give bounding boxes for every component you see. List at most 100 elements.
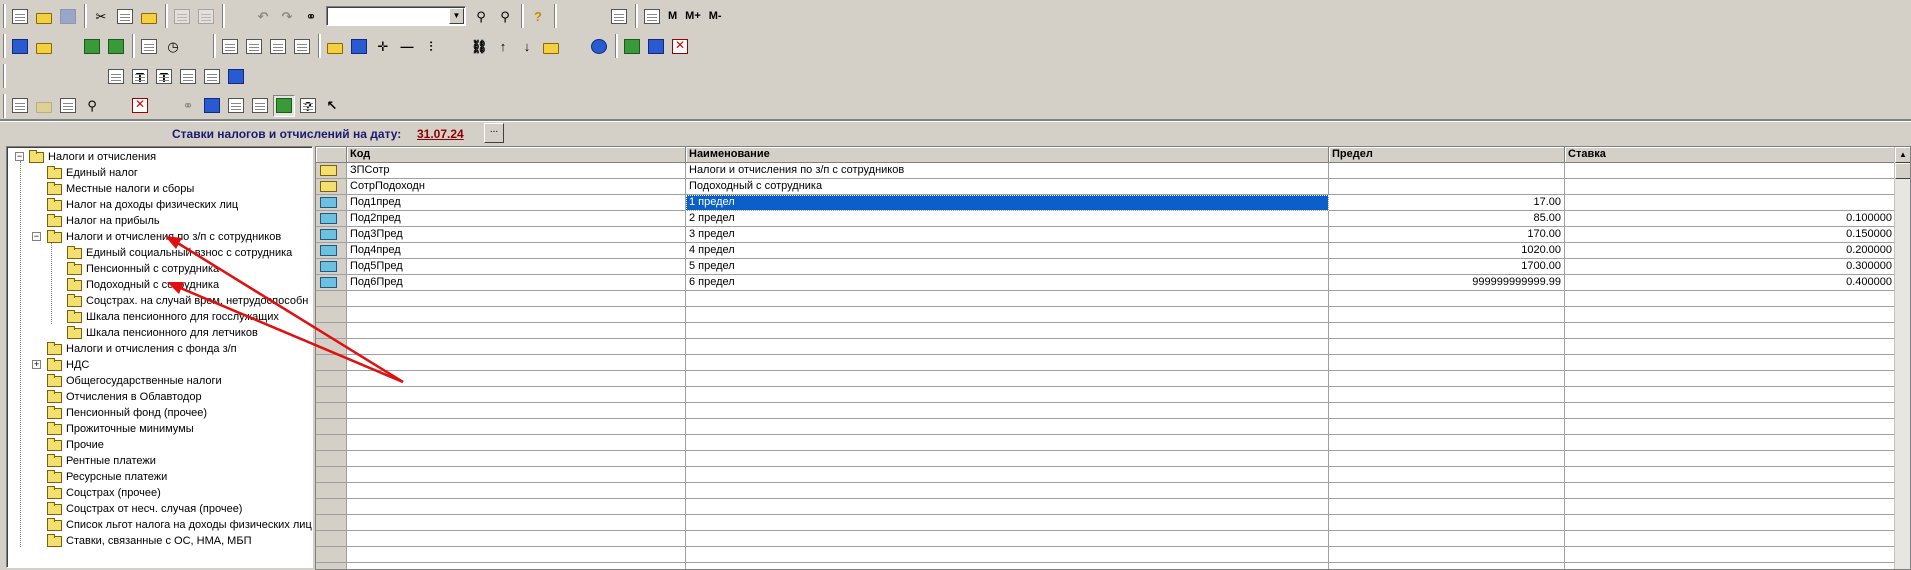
table-row[interactable]: ЗПСотр Налоги и отчисления по з/п с сотру…: [316, 163, 1910, 179]
cell-name[interactable]: [686, 291, 1329, 307]
dh-button[interactable]: [186, 35, 520, 200]
cell-limit[interactable]: [1329, 163, 1565, 179]
cell-name[interactable]: 5 предел: [686, 259, 1329, 275]
globe-button[interactable]: [588, 35, 610, 57]
row-selector-cell[interactable]: [316, 483, 347, 499]
calendar-button[interactable]: [584, 5, 918, 170]
cell-rate[interactable]: 0.300000: [1565, 259, 1896, 275]
new-document-button[interactable]: [9, 5, 31, 27]
tree-item-selected[interactable]: Подоходный с сотрудника: [67, 277, 219, 293]
cell-name[interactable]: [686, 339, 1329, 355]
module-journal-button[interactable]: [57, 35, 391, 200]
record-link-button[interactable]: ⚭: [177, 95, 199, 117]
cell-code[interactable]: [347, 307, 686, 323]
record-search-button[interactable]: ⚲: [81, 95, 103, 117]
cut-button[interactable]: ✂: [90, 5, 112, 27]
row-selector-cell[interactable]: [316, 435, 347, 451]
cell-rate[interactable]: [1565, 387, 1896, 403]
cell-name[interactable]: [686, 451, 1329, 467]
module-warehouse-button[interactable]: [33, 35, 55, 57]
tree-collapse-toggle[interactable]: −: [32, 232, 41, 241]
cell-rate[interactable]: [1565, 323, 1896, 339]
row-selector-cell[interactable]: [316, 195, 347, 211]
row-selector-cell[interactable]: [316, 371, 347, 387]
cell-name[interactable]: [686, 515, 1329, 531]
table-row[interactable]: [316, 531, 1910, 547]
cell-code[interactable]: [347, 451, 686, 467]
cell-rate[interactable]: 0.400000: [1565, 275, 1896, 291]
memory-subtract-button[interactable]: M-: [705, 5, 726, 27]
tree-item[interactable]: Единый социальный взнос с сотрудника: [67, 245, 292, 261]
tree-item[interactable]: Прожиточные минимумы: [47, 421, 194, 437]
cell-limit[interactable]: [1329, 531, 1565, 547]
users-button[interactable]: [621, 35, 643, 57]
delete-user-button[interactable]: [669, 35, 691, 57]
cell-limit[interactable]: [1329, 563, 1565, 569]
cell-limit[interactable]: 170.00: [1329, 227, 1565, 243]
date-value[interactable]: 31.07.24: [417, 127, 464, 141]
cell-name[interactable]: [686, 499, 1329, 515]
cell-limit[interactable]: [1329, 547, 1565, 563]
row-selector-cell[interactable]: [316, 563, 347, 569]
tree-collapse-toggle[interactable]: −: [15, 152, 24, 161]
cell-rate[interactable]: [1565, 467, 1896, 483]
memory-button[interactable]: M: [664, 5, 681, 27]
find-next-button[interactable]: ⚲: [470, 5, 492, 27]
cell-name[interactable]: [686, 531, 1329, 547]
cell-code[interactable]: Под1пред: [347, 195, 686, 211]
record-add-button[interactable]: [105, 95, 439, 259]
filter-button[interactable]: [693, 35, 1027, 200]
cell-limit[interactable]: 85.00: [1329, 211, 1565, 227]
cell-limit[interactable]: 1700.00: [1329, 259, 1565, 275]
undo-button[interactable]: ↶: [252, 5, 274, 27]
cell-code[interactable]: [347, 371, 686, 387]
cell-name[interactable]: [686, 387, 1329, 403]
print-button[interactable]: [171, 5, 193, 27]
scroll-thumb[interactable]: [1895, 163, 1910, 179]
table-row[interactable]: [316, 339, 1910, 355]
cell-rate[interactable]: [1565, 163, 1896, 179]
tree-item[interactable]: Налог на прибыль: [47, 213, 160, 229]
column-header-name[interactable]: Наименование: [686, 147, 1329, 163]
person-button[interactable]: [645, 35, 667, 57]
waybill-button[interactable]: [267, 35, 289, 57]
table-row[interactable]: [316, 547, 1910, 563]
view-rows-button[interactable]: [81, 65, 415, 230]
cell-rate[interactable]: [1565, 499, 1896, 515]
row-selector-cell[interactable]: [316, 291, 347, 307]
print-preview-button[interactable]: [195, 5, 217, 27]
bar-chart-button[interactable]: [201, 65, 223, 87]
tree-item[interactable]: Список льгот налога на доходы физических…: [47, 517, 312, 533]
paste-button[interactable]: [138, 5, 160, 27]
cell-rate[interactable]: [1565, 403, 1896, 419]
table-row[interactable]: Под6Пред 6 предел 999999999999.99 0.400000: [316, 275, 1910, 291]
tree-item[interactable]: НДС: [47, 357, 89, 373]
highlight-button[interactable]: [540, 35, 562, 57]
memory-add-button[interactable]: M+: [681, 5, 705, 27]
tree-view-toggle-button[interactable]: [273, 94, 295, 117]
row-selector-cell[interactable]: [316, 179, 347, 195]
cell-name[interactable]: [686, 371, 1329, 387]
table-row[interactable]: [316, 515, 1910, 531]
doc-list-button[interactable]: [219, 35, 241, 57]
cell-code[interactable]: [347, 499, 686, 515]
delete-line-button[interactable]: —: [396, 35, 418, 57]
row-selector-cell[interactable]: [316, 403, 347, 419]
view-columns-button[interactable]: [57, 65, 391, 230]
cell-rate[interactable]: 0.150000: [1565, 227, 1896, 243]
row-selector-cell[interactable]: [316, 275, 347, 291]
table-row[interactable]: Под5Пред 5 предел 1700.00 0.300000: [316, 259, 1910, 275]
table-row[interactable]: [316, 451, 1910, 467]
table-row[interactable]: Под3Пред 3 предел 170.00 0.150000: [316, 227, 1910, 243]
tree-item[interactable]: Общегосударственные налоги: [47, 373, 222, 389]
redo-button[interactable]: ↷: [276, 5, 298, 27]
cell-rate[interactable]: [1565, 355, 1896, 371]
cell-code[interactable]: [347, 483, 686, 499]
table-row[interactable]: [316, 419, 1910, 435]
cash-register-button[interactable]: [564, 35, 898, 200]
save-button[interactable]: [57, 5, 79, 27]
cell-code[interactable]: Под2пред: [347, 211, 686, 227]
link-button[interactable]: ⛓: [468, 35, 490, 57]
table-row[interactable]: [316, 371, 1910, 387]
tree-expand-toggle[interactable]: +: [32, 360, 41, 369]
